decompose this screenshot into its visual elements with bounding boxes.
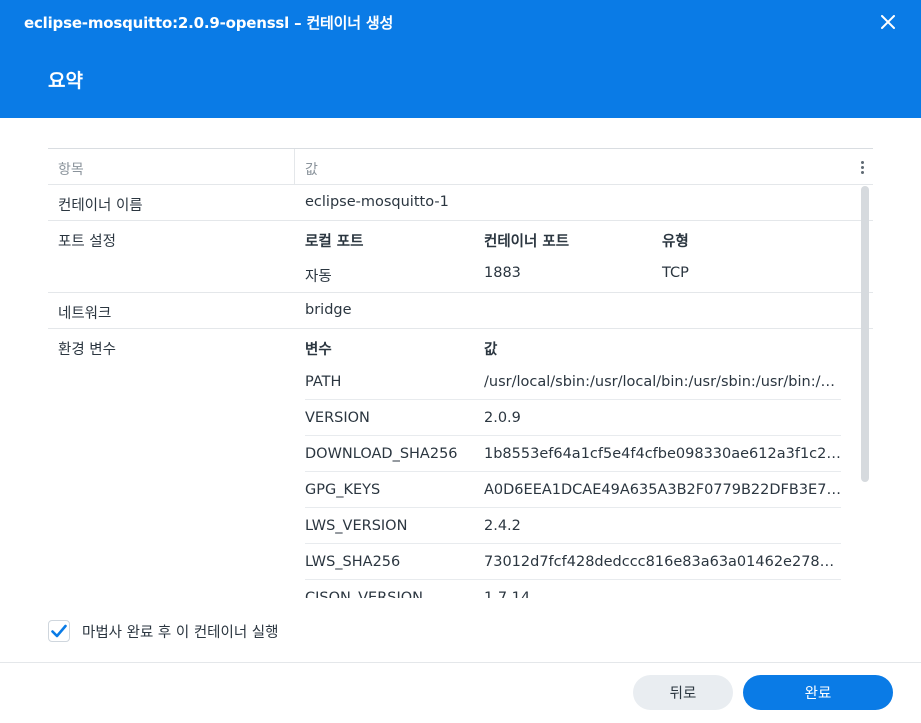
env-name: CJSON_VERSION	[305, 590, 424, 598]
footer-divider	[0, 662, 921, 663]
done-button[interactable]: 완료	[743, 675, 893, 710]
column-divider[interactable]	[294, 149, 295, 185]
env-value: 1b8553ef64a1cf5e4f4cfbe098330ae612a3f1c2…	[484, 446, 841, 462]
row-key: 컨테이너 이름	[58, 198, 143, 214]
env-value: 2.4.2	[484, 518, 521, 534]
dialog-header: eclipse-mosquitto:2.0.9-openssl – 컨테이너 생…	[0, 0, 921, 118]
run-after-wizard-label[interactable]: 마법사 완료 후 이 컨테이너 실행	[82, 621, 278, 642]
column-menu-button[interactable]	[853, 157, 871, 177]
run-after-wizard-checkbox[interactable]	[48, 620, 70, 642]
summary-table: 항목 값 컨테이너 이름 eclipse-mosquitto-1 포트 설정 로…	[48, 148, 873, 598]
checkmark-icon	[51, 624, 67, 638]
create-container-dialog: eclipse-mosquitto:2.0.9-openssl – 컨테이너 생…	[0, 0, 921, 723]
port-header-type: 유형	[662, 234, 689, 250]
table-row-port-settings: 포트 설정 로컬 포트 컨테이너 포트 유형 자동 1883 TCP	[48, 221, 873, 293]
dialog-title: eclipse-mosquitto:2.0.9-openssl – 컨테이너 생…	[24, 14, 394, 32]
table-header: 항목 값	[48, 148, 873, 185]
env-name: PATH	[305, 374, 342, 390]
table-row-env: 환경 변수 변수 값 PATH /usr/local/sbin:/usr/loc…	[48, 329, 873, 598]
step-title: 요약	[48, 70, 83, 92]
more-vertical-icon	[860, 160, 864, 174]
table-body: 컨테이너 이름 eclipse-mosquitto-1 포트 설정 로컬 포트 …	[48, 185, 873, 598]
env-divider	[305, 543, 841, 544]
env-value: /usr/local/sbin:/usr/local/bin:/usr/sbin…	[484, 374, 841, 390]
env-divider	[305, 435, 841, 436]
port-header-local: 로컬 포트	[305, 234, 364, 250]
env-value: 73012d7fcf428dedccc816e83a63a01462e27819…	[484, 554, 841, 570]
env-header-value: 값	[484, 342, 498, 358]
env-value: 1.7.14	[484, 590, 531, 598]
row-key: 환경 변수	[58, 342, 116, 358]
port-type-value: TCP	[662, 265, 689, 281]
container-name-value: eclipse-mosquitto-1	[305, 194, 449, 210]
column-header-value[interactable]: 값	[305, 159, 318, 179]
row-key: 포트 설정	[58, 234, 116, 250]
network-value: bridge	[305, 302, 352, 318]
close-icon	[881, 15, 895, 29]
scrollbar-thumb[interactable]	[861, 186, 869, 482]
run-after-wizard-option: 마법사 완료 후 이 컨테이너 실행	[48, 619, 278, 643]
table-row-container-name: 컨테이너 이름 eclipse-mosquitto-1	[48, 185, 873, 221]
close-button[interactable]	[874, 8, 902, 36]
env-divider	[305, 507, 841, 508]
table-row-network: 네트워크 bridge	[48, 293, 873, 329]
port-header-container: 컨테이너 포트	[484, 234, 570, 250]
back-button[interactable]: 뒤로	[633, 675, 733, 710]
env-divider	[305, 399, 841, 400]
column-header-item[interactable]: 항목	[58, 159, 84, 179]
env-value: A0D6EEA1DCAE49A635A3B2F0779B22DFB3E717B7	[484, 482, 841, 498]
env-divider	[305, 579, 841, 580]
row-key: 네트워크	[58, 306, 112, 322]
env-divider	[305, 471, 841, 472]
env-name: LWS_SHA256	[305, 554, 401, 570]
env-value: 2.0.9	[484, 410, 521, 426]
env-header-name: 변수	[305, 342, 332, 358]
port-container-value: 1883	[484, 265, 521, 281]
env-name: LWS_VERSION	[305, 518, 408, 534]
env-name: GPG_KEYS	[305, 482, 381, 498]
port-local-value: 자동	[305, 269, 332, 285]
env-name: DOWNLOAD_SHA256	[305, 446, 458, 462]
env-name: VERSION	[305, 410, 370, 426]
